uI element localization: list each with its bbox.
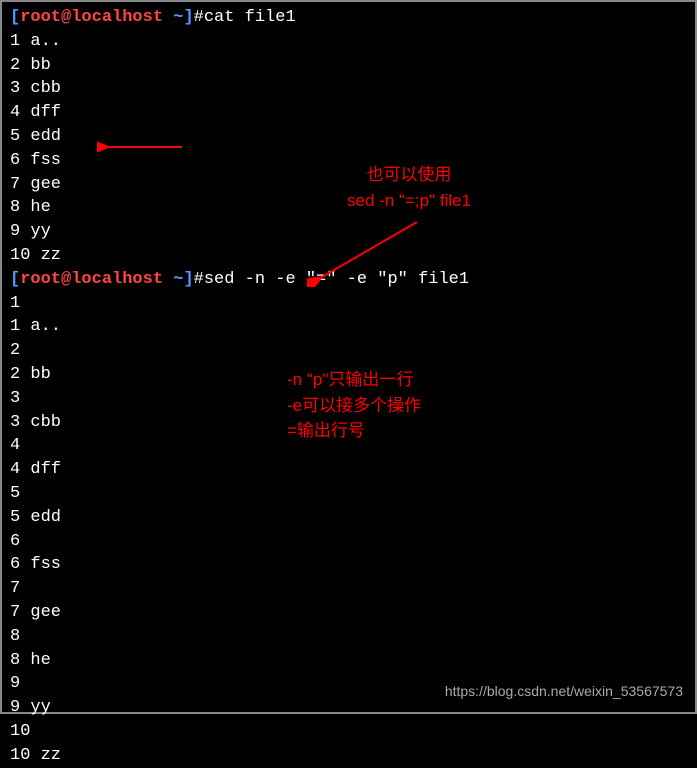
annotation-explanation: -n "p"只输出一行 -e可以接多个操作 =输出行号 bbox=[287, 367, 421, 444]
user-host: root@localhost bbox=[20, 8, 163, 27]
user-host: root@localhost bbox=[20, 270, 163, 289]
output-line: 8 he bbox=[10, 649, 687, 673]
output-line: 8 bbox=[10, 625, 687, 649]
tilde: ~ bbox=[163, 8, 183, 27]
output-line: 1 a.. bbox=[10, 315, 687, 339]
annotation-text: =输出行号 bbox=[287, 418, 421, 444]
hash: # bbox=[194, 8, 204, 27]
output-line: 10 bbox=[10, 720, 687, 744]
output-line: 1 bbox=[10, 292, 687, 316]
output-line: 6 fss bbox=[10, 553, 687, 577]
bracket-close: ] bbox=[183, 270, 193, 289]
prompt-line-1: [root@localhost ~]#cat file1 bbox=[10, 6, 687, 30]
output-line: 6 bbox=[10, 530, 687, 554]
output-line: 2 bb bbox=[10, 54, 687, 78]
output-line: 10 zz bbox=[10, 744, 687, 768]
hash: # bbox=[194, 270, 204, 289]
output-line: 7 gee bbox=[10, 601, 687, 625]
tilde: ~ bbox=[163, 270, 183, 289]
arrow-diagonal-icon bbox=[307, 217, 427, 287]
output-line: 4 dff bbox=[10, 101, 687, 125]
output-line: 4 dff bbox=[10, 458, 687, 482]
output-line: 2 bbox=[10, 339, 687, 363]
annotation-alternative: 也可以使用 sed -n "=;p" file1 bbox=[347, 162, 471, 213]
annotation-text: -n "p"只输出一行 bbox=[287, 367, 421, 393]
output-line: 5 edd bbox=[10, 506, 687, 530]
arrow-left-icon bbox=[97, 137, 187, 157]
watermark: https://blog.csdn.net/weixin_53567573 bbox=[445, 682, 683, 702]
command-1[interactable]: cat file1 bbox=[204, 8, 296, 27]
output-line: 5 bbox=[10, 482, 687, 506]
output-line: 3 cbb bbox=[10, 77, 687, 101]
annotation-text: sed -n "=;p" file1 bbox=[347, 188, 471, 214]
output-line: 7 bbox=[10, 577, 687, 601]
annotation-text: -e可以接多个操作 bbox=[287, 393, 421, 419]
bracket-open: [ bbox=[10, 270, 20, 289]
output-line: 1 a.. bbox=[10, 30, 687, 54]
bracket-open: [ bbox=[10, 8, 20, 27]
bracket-close: ] bbox=[183, 8, 193, 27]
annotation-text: 也可以使用 bbox=[347, 162, 471, 188]
